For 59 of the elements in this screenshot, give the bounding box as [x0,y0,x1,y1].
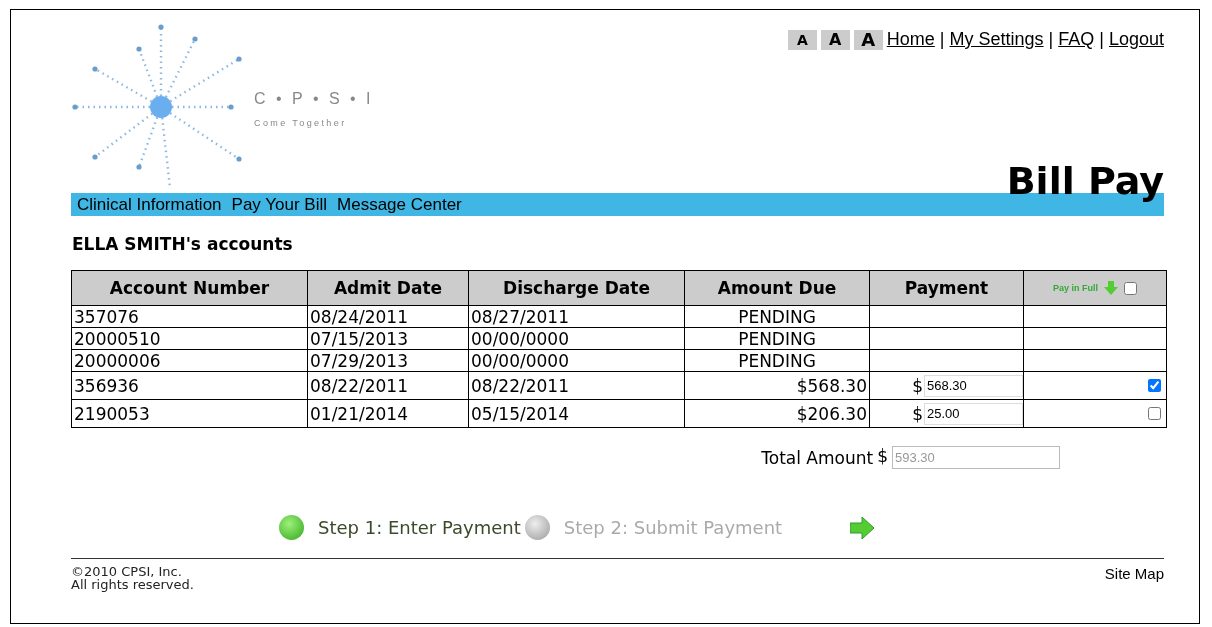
table-cell: 356936 [71,371,308,400]
separator: | [939,29,945,50]
table-cell: 20000006 [71,349,308,372]
nav-link[interactable]: Message Center [337,194,462,215]
next-arrow-icon[interactable] [850,516,875,539]
arrow-down-icon [1104,281,1118,295]
separator: | [1099,29,1104,50]
logo-name: C • P • S • I [254,89,374,108]
nav-link[interactable]: Clinical Information [77,194,222,215]
pay-in-full-checkbox[interactable] [1148,378,1161,392]
font-size-button[interactable]: A [787,29,817,50]
table-cell: 01/21/2014 [307,399,469,428]
table-cell: PENDING [684,349,870,372]
table-cell: 08/27/2011 [468,305,685,328]
pay-in-full-label: Pay in Full [1053,283,1098,293]
copyright-text: ©2010 CPSI, Inc. [71,565,183,578]
column-header: Account Number [71,270,308,306]
table-cell: 00/00/0000 [468,327,685,350]
currency-sign: $ [912,404,923,423]
top-link[interactable]: FAQ [1058,29,1095,50]
table-cell: 07/15/2013 [307,327,469,350]
rights-text: All rights reserved. [71,578,194,591]
column-header: Admit Date [307,270,469,306]
step-label: Step 2: Submit Payment [563,517,783,538]
table-cell: 08/24/2011 [307,305,469,328]
total-label: Total Amount [761,447,874,468]
table-cell: 20000510 [71,327,308,350]
accounts-title: ELLA SMITH's accounts [72,234,294,254]
currency-sign: $ [877,446,888,466]
site-map-link[interactable]: Site Map [1104,565,1164,591]
column-header: Payment [869,270,1024,306]
step-label: Step 1: Enter Payment [318,517,521,538]
pay-in-full-checkbox[interactable] [1124,281,1137,295]
nav-link[interactable]: Pay Your Bill [231,194,327,215]
table-cell: $206.30 [684,399,870,428]
table-cell: PENDING [684,305,870,328]
separator: | [1048,29,1054,50]
table-cell: 08/22/2011 [468,371,685,400]
logo-tagline: Come Together [254,117,348,128]
font-size-button[interactable]: A [820,29,850,50]
payment-field[interactable]: 25.00 [924,402,1023,425]
top-link[interactable]: Home [886,29,935,50]
currency-sign: $ [912,376,923,395]
table-cell: PENDING [684,327,870,350]
column-header: Discharge Date [468,270,685,306]
font-size-button[interactable]: A [853,29,883,50]
top-link[interactable]: My Settings [949,29,1044,50]
top-link[interactable]: Logout [1108,29,1164,50]
table-cell: 07/29/2013 [307,349,469,372]
pay-in-full-checkbox[interactable] [1148,406,1161,420]
table-cell: $568.30 [684,371,870,400]
table-cell: 05/15/2014 [468,399,685,428]
table-cell: 2190053 [71,399,308,428]
column-header: Amount Due [684,270,870,306]
table-cell: 00/00/0000 [468,349,685,372]
table-cell: 08/22/2011 [307,371,469,400]
payment-field[interactable]: 568.30 [924,374,1023,397]
table-cell: 357076 [71,305,308,328]
page-title: Bill Pay [1006,161,1164,201]
